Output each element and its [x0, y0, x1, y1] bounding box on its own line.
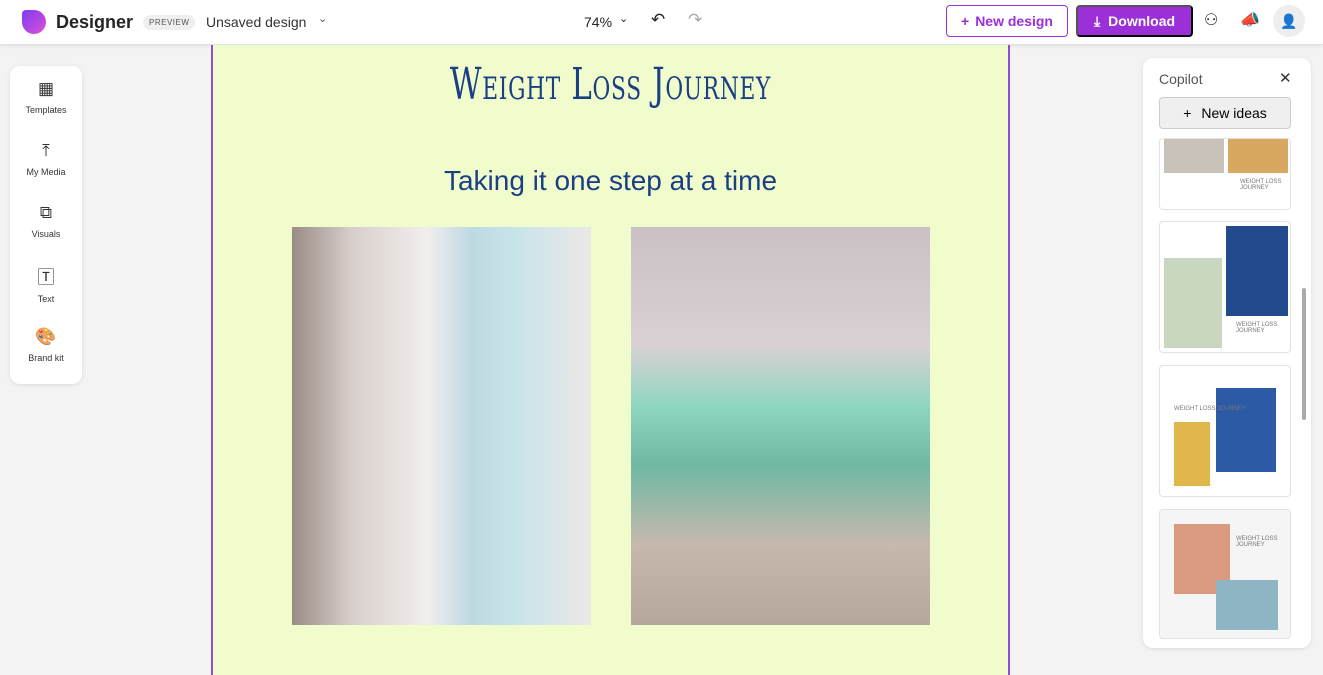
- preview-badge: PREVIEW: [143, 15, 196, 30]
- avatar[interactable]: 👤: [1273, 5, 1305, 37]
- share-icon[interactable]: ⚇: [1204, 10, 1218, 30]
- new-design-button[interactable]: + New design: [946, 5, 1068, 37]
- template-thumbnail[interactable]: WEIGHT LOSS JOURNEY: [1159, 509, 1291, 639]
- designer-logo-icon: [22, 10, 46, 34]
- app-name: Designer: [56, 12, 134, 32]
- zoom-level[interactable]: 74%: [584, 14, 612, 30]
- design-title[interactable]: Weight Loss Journey: [332, 59, 889, 110]
- chevron-down-icon[interactable]: ⌄: [318, 12, 327, 25]
- template-thumbnail[interactable]: WEIGHT LOSS JOURNEY: [1159, 365, 1291, 497]
- undo-icon[interactable]: ↶: [651, 10, 665, 30]
- sidebar: ▦ Templates ⤒ My Media ⧉ Visuals 🅃 Text 🎨 Bra…: [10, 66, 82, 384]
- palette-icon: 🎨: [35, 327, 57, 346]
- thumbnail-text: WEIGHT LOSS JOURNEY: [1174, 406, 1246, 412]
- copilot-panel: Copilot ✕ + New ideas WEIGHT LOSS JOURNEY…: [1143, 58, 1311, 648]
- new-design-label: New design: [975, 13, 1053, 29]
- plus-icon: +: [961, 13, 970, 29]
- template-thumbnail[interactable]: WEIGHT LOSS JOURNEY: [1159, 221, 1291, 353]
- thumbnail-text: WEIGHT LOSS JOURNEY: [1236, 536, 1278, 548]
- redo-icon[interactable]: ↷: [688, 10, 702, 30]
- new-ideas-button[interactable]: + New ideas: [1159, 97, 1291, 129]
- close-icon[interactable]: ✕: [1279, 69, 1292, 87]
- visuals-icon: ⧉: [39, 203, 53, 222]
- download-button[interactable]: ⤓ Download: [1076, 5, 1193, 37]
- sidebar-item-text[interactable]: 🅃 Text: [10, 252, 82, 314]
- design-subtitle[interactable]: Taking it one step at a time: [213, 165, 1008, 197]
- thumbnail-text: WEIGHT LOSS JOURNEY: [1236, 322, 1278, 334]
- plus-icon: +: [1183, 105, 1192, 121]
- announcement-icon[interactable]: 📣: [1240, 10, 1260, 30]
- sidebar-label: Brand kit: [28, 353, 64, 363]
- download-icon: ⤓: [1093, 12, 1101, 29]
- thumbnail-text: WEIGHT LOSS JOURNEY: [1240, 179, 1282, 191]
- sidebar-label: Templates: [25, 105, 67, 115]
- sidebar-item-visuals[interactable]: ⧉ Visuals: [10, 190, 82, 252]
- zoom-chevron-down-icon[interactable]: ⌄: [619, 12, 628, 25]
- copilot-scrollbar[interactable]: [1302, 288, 1306, 420]
- template-thumbnail[interactable]: WEIGHT LOSS JOURNEY: [1159, 138, 1291, 210]
- top-bar: Designer PREVIEW Unsaved design ⌄ 74% ⌄ …: [0, 0, 1323, 45]
- templates-icon: ▦: [37, 79, 55, 98]
- new-ideas-label: New ideas: [1201, 105, 1267, 121]
- text-icon: 🅃: [37, 267, 55, 287]
- design-name[interactable]: Unsaved design: [206, 14, 306, 30]
- upload-icon: ⤒: [42, 141, 50, 160]
- sidebar-label: My Media: [26, 167, 66, 177]
- photo-woman-exercise[interactable]: [631, 227, 930, 625]
- photo-woman-mirror[interactable]: [292, 227, 591, 625]
- sidebar-item-brand-kit[interactable]: 🎨 Brand kit: [10, 314, 82, 376]
- download-label: Download: [1108, 13, 1176, 29]
- sidebar-label: Text: [37, 293, 55, 304]
- copilot-title: Copilot: [1159, 71, 1203, 87]
- sidebar-label: Visuals: [31, 229, 61, 239]
- design-canvas[interactable]: Weight Loss Journey Taking it one step a…: [211, 45, 1010, 675]
- sidebar-item-templates[interactable]: ▦ Templates: [10, 66, 82, 128]
- sidebar-item-my-media[interactable]: ⤒ My Media: [10, 128, 82, 190]
